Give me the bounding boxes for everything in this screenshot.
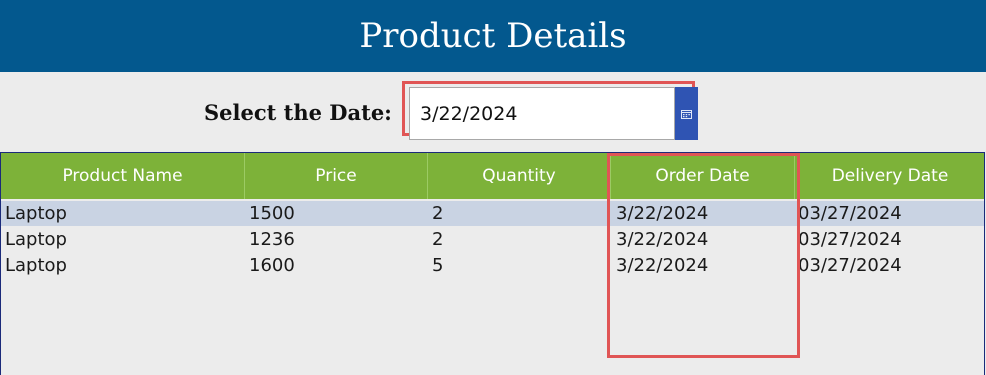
column-header-price[interactable]: Price [245,153,428,199]
cell-order-date: 3/22/2024 [616,229,709,250]
cell-price: 1236 [249,229,295,250]
cell-order-date: 3/22/2024 [616,203,709,224]
table-header-row: Product Name Price Quantity Order Date D… [1,153,984,199]
date-filter-label: Select the Date: [204,100,392,125]
cell-product-name: Laptop [5,255,67,276]
page-header: Product Details [0,0,986,72]
column-header-quantity[interactable]: Quantity [428,153,611,199]
cell-price: 1500 [249,203,295,224]
date-picker-button[interactable] [675,87,698,140]
table-row[interactable]: Laptop 1500 2 3/22/2024 03/27/2024 [1,201,984,226]
cell-quantity: 5 [432,255,444,276]
cell-product-name: Laptop [5,229,67,250]
product-data-table: Product Name Price Quantity Order Date D… [0,152,985,375]
calendar-icon [681,104,692,123]
table-row[interactable]: Laptop 1236 2 3/22/2024 03/27/2024 [1,227,984,252]
cell-product-name: Laptop [5,203,67,224]
date-picker-input[interactable] [409,87,675,140]
page-title: Product Details [359,16,627,56]
cell-delivery-date: 03/27/2024 [798,203,902,224]
cell-price: 1600 [249,255,295,276]
cell-quantity: 2 [432,229,444,250]
table-row[interactable]: Laptop 1600 5 3/22/2024 03/27/2024 [1,253,984,278]
cell-quantity: 2 [432,203,444,224]
column-header-delivery-date[interactable]: Delivery Date [795,153,984,199]
cell-delivery-date: 03/27/2024 [798,229,902,250]
cell-delivery-date: 03/27/2024 [798,255,902,276]
date-filter-row: Select the Date: [0,72,986,152]
cell-order-date: 3/22/2024 [616,255,709,276]
column-header-product-name[interactable]: Product Name [1,153,245,199]
column-header-order-date[interactable]: Order Date [611,153,795,199]
